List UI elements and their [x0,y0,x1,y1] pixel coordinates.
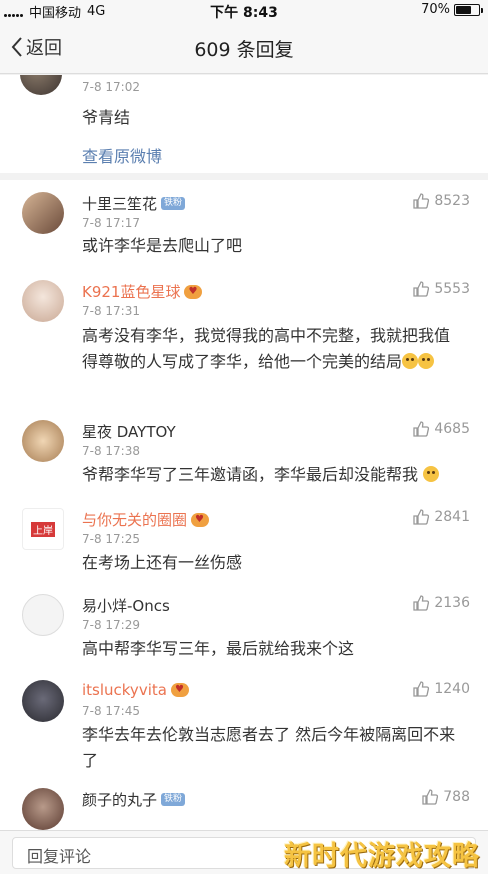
user-name[interactable]: itsluckyvita [82,681,167,699]
status-bar: 中国移动 4G 下午 8:43 70% [0,0,488,21]
like-count: 5553 [434,281,470,297]
avatar[interactable] [22,594,64,636]
comment-item: 星夜 DAYTOY 7-8 17:38 爷帮李华写了三年邀请函，李华最后却没能帮… [0,416,488,502]
name-row: 颜子的丸子 铁粉 [82,789,186,810]
user-name[interactable]: 颜子的丸子 [82,789,157,810]
name-row: itsluckyvita [82,681,189,699]
user-name[interactable]: 易小烊-Oncs [82,595,170,616]
avatar[interactable] [22,192,64,234]
avatar[interactable] [22,280,64,322]
comment-text-content: 爷帮李华写了三年邀请函，李华最后却没能帮我 [82,465,419,484]
fan-badge: 铁粉 [161,793,186,806]
name-row: 易小烊-Oncs [82,595,170,616]
comment-list: 十里三笙花 铁粉 7-8 17:17 或许李华是去爬山了吧 8523 K921蓝… [0,180,488,830]
thumbs-up-icon [422,789,439,805]
fan-badge: 铁粉 [161,197,186,210]
view-original-link[interactable]: 查看原微博 [82,143,162,167]
comment-item: itsluckyvita 7-8 17:45 李华去年去伦敦当志愿者去了 然后今… [0,674,488,786]
thumbs-up-icon [413,681,430,697]
user-name[interactable]: 星夜 DAYTOY [82,421,176,442]
comment-text: 李华去年去伦敦当志愿者去了 然后今年被隔离回不来了 [82,725,456,770]
comment-item: 颜子的丸子 铁粉 788 [0,786,488,830]
like-button[interactable]: 2841 [412,508,470,526]
original-post-card: 7-8 17:02 爷青结 查看原微博 [0,75,488,173]
like-button[interactable]: 788 [421,788,470,806]
name-row: 与你无关的圈圈 [82,509,210,530]
like-count: 4685 [434,421,470,437]
comment-text-content: 高考没有李华，我觉得我的高中不完整，我就把我值得尊敬的人写成了李华，给他一个完美… [82,326,451,371]
vip-icon [184,284,203,299]
like-count: 2841 [434,509,470,525]
thumbs-up-icon [413,595,430,611]
comment-time: 7-8 17:38 [82,444,140,458]
name-row: 星夜 DAYTOY [82,421,176,442]
battery-percent: 70% [421,2,450,17]
comment-item: 上岸 与你无关的圈圈 7-8 17:25 在考场上还有一丝伤感 2841 [0,502,488,588]
comment-time: 7-8 17:31 [82,304,140,318]
comment-text: 高考没有李华，我觉得我的高中不完整，我就把我值得尊敬的人写成了李华，给他一个完美… [82,323,462,375]
avatar[interactable] [20,75,62,95]
comment-text: 高中帮李华写三年，最后就给我来个这 [82,639,355,658]
comment-text: 或许李华是去爬山了吧 [82,236,243,255]
comment-time: 7-8 17:45 [82,704,140,718]
comment-item: K921蓝色星球 7-8 17:31 高考没有李华，我觉得我的高中不完整，我就把… [0,270,488,416]
smile-emoji-icon [418,353,435,369]
like-count: 788 [443,789,470,805]
nav-bar: 返回 609 条回复 [0,20,488,74]
avatar-label: 上岸 [31,521,55,537]
user-name[interactable]: 十里三笙花 [82,193,157,214]
crying-emoji-icon [423,466,440,482]
comment-item: 十里三笙花 铁粉 7-8 17:17 或许李华是去爬山了吧 8523 [0,180,488,270]
like-button[interactable]: 2136 [412,594,470,612]
name-row: K921蓝色星球 [82,281,203,302]
comment-time: 7-8 17:25 [82,532,140,546]
like-button[interactable]: 4685 [412,420,470,438]
like-button[interactable]: 1240 [412,680,470,698]
like-button[interactable]: 8523 [412,192,470,210]
page-title: 609 条回复 [194,39,294,61]
status-time: 下午 8:43 [210,5,278,21]
battery-icon [454,3,483,16]
avatar[interactable]: 上岸 [22,508,64,550]
name-row: 十里三笙花 铁粉 [82,193,186,214]
thumbs-up-icon [413,193,430,209]
thumbs-up-icon [413,509,430,525]
comment-item: 易小烊-Oncs 7-8 17:29 高中帮李华写三年，最后就给我来个这 213… [0,588,488,674]
smile-emoji-icon [402,353,419,369]
like-count: 2136 [434,595,470,611]
like-count: 1240 [434,681,470,697]
comment-text: 爷青结 [82,108,131,127]
user-name[interactable]: K921蓝色星球 [82,281,180,302]
comment-text: 爷帮李华写了三年邀请函，李华最后却没能帮我 [82,462,462,488]
battery-fill [456,5,472,14]
thumbs-up-icon [413,421,430,437]
watermark: 新时代游戏攻略 [284,841,480,872]
thumbs-up-icon [413,281,430,297]
comment-time: 7-8 17:02 [82,80,140,94]
like-count: 8523 [434,193,470,209]
comment-time: 7-8 17:17 [82,216,140,230]
comment-time: 7-8 17:29 [82,618,140,632]
vip-icon [170,683,189,697]
status-right: 70% [421,2,483,17]
avatar[interactable] [22,788,64,830]
comment-text: 在考场上还有一丝伤感 [82,553,243,572]
like-button[interactable]: 5553 [412,280,470,298]
user-name[interactable]: 与你无关的圈圈 [82,509,187,530]
vip-icon [191,512,210,527]
avatar[interactable] [22,420,64,462]
avatar[interactable] [22,680,64,722]
